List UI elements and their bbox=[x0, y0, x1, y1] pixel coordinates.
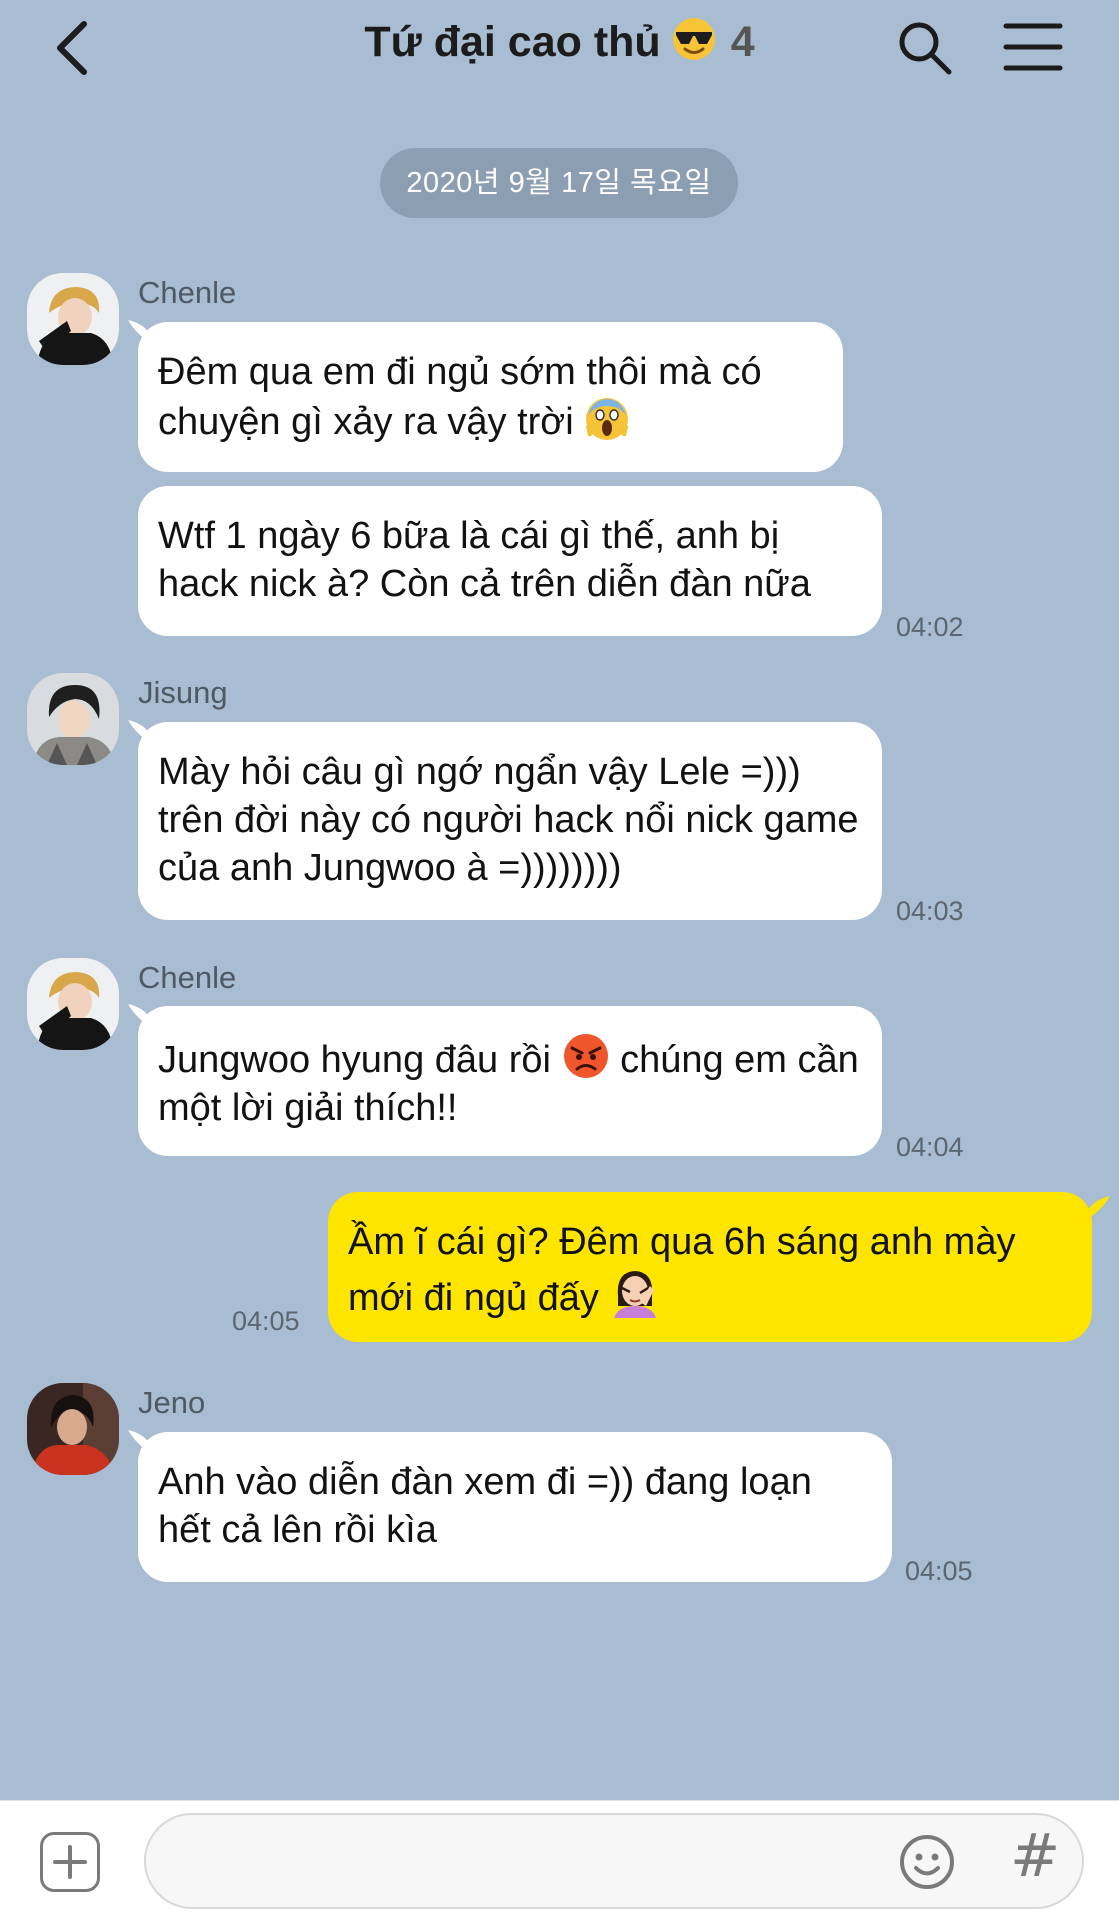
member-count: 4 bbox=[730, 18, 755, 66]
message-bubble[interactable]: Anh vào diễn đàn xem đi =)) đang loạn hế… bbox=[138, 1432, 892, 1582]
sender-name: Chenle bbox=[138, 960, 237, 995]
avatar-chenle[interactable] bbox=[27, 958, 119, 1050]
date-divider: 2020년 9월 17일 목요일 bbox=[380, 148, 738, 218]
facepalm-emoji-icon bbox=[613, 1271, 656, 1318]
message-text: Anh vào diễn đàn xem đi =)) đang loạn hế… bbox=[158, 1461, 812, 1551]
message-time: 04:05 bbox=[232, 1306, 300, 1336]
message-text: Jungwoo hyung đâu rồi bbox=[158, 1039, 551, 1081]
sender-name: Jeno bbox=[138, 1385, 206, 1420]
message-time: 04:03 bbox=[896, 896, 964, 926]
avatar-chenle[interactable] bbox=[27, 273, 119, 365]
message-text: Mày hỏi câu gì ngớ ngẩn vậy Lele =))) tr… bbox=[158, 751, 859, 889]
composer-bar: # bbox=[0, 1800, 1119, 1921]
chat-header: Tứ đại cao thủ 4 bbox=[0, 0, 1119, 120]
sender-name: Chenle bbox=[138, 275, 237, 310]
sender-name: Jisung bbox=[138, 675, 228, 710]
my-message-bubble[interactable]: Ầm ĩ cái gì? Đêm qua 6h sáng anh mày mới… bbox=[328, 1192, 1092, 1342]
message-bubble[interactable]: Mày hỏi câu gì ngớ ngẩn vậy Lele =))) tr… bbox=[138, 722, 882, 920]
message-time: 04:02 bbox=[896, 612, 964, 642]
message-text: Ầm ĩ cái gì? Đêm qua 6h sáng anh mày mới… bbox=[348, 1221, 1016, 1319]
avatar-jeno[interactable] bbox=[27, 1383, 119, 1475]
message-bubble[interactable]: Jungwoo hyung đâu rồi chúng em cần một l… bbox=[138, 1006, 882, 1156]
hashtag-icon[interactable]: # bbox=[1010, 1821, 1060, 1891]
message-text: Đêm qua em đi ngủ sớm thôi mà có chuyện … bbox=[158, 351, 762, 443]
search-icon[interactable] bbox=[895, 18, 955, 78]
message-time: 04:05 bbox=[905, 1556, 973, 1586]
message-bubble[interactable]: Wtf 1 ngày 6 bữa là cái gì thế, anh bị h… bbox=[138, 486, 882, 636]
message-bubble[interactable]: Đêm qua em đi ngủ sớm thôi mà có chuyện … bbox=[138, 322, 843, 472]
angry-emoji-icon bbox=[563, 1034, 608, 1078]
plus-icon[interactable] bbox=[40, 1832, 100, 1892]
bubble-tail bbox=[1086, 1196, 1110, 1220]
emoticon-icon[interactable] bbox=[898, 1833, 956, 1891]
avatar-jisung[interactable] bbox=[27, 673, 119, 765]
chat-title-text: Tứ đại cao thủ bbox=[364, 18, 661, 66]
sunglasses-emoji-icon bbox=[672, 18, 715, 60]
screaming-emoji-icon bbox=[586, 398, 629, 440]
message-text: Wtf 1 ngày 6 bữa là cái gì thế, anh bị h… bbox=[158, 515, 811, 605]
message-time: 04:04 bbox=[896, 1132, 964, 1162]
menu-icon[interactable] bbox=[1003, 20, 1063, 74]
